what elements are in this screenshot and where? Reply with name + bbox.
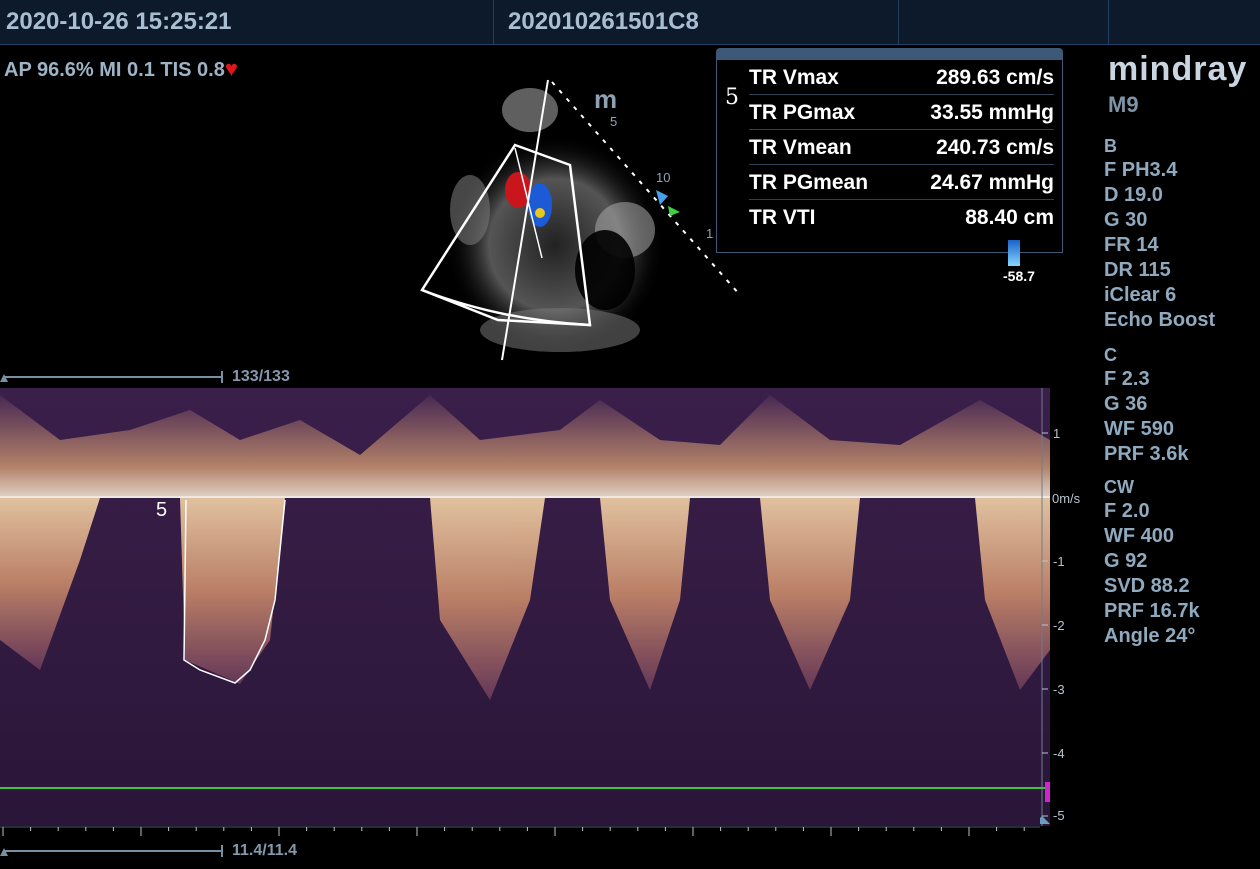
- measurement-row: TR Vmax 289.63 cm/s: [749, 60, 1054, 95]
- measurement-row: TR Vmean 240.73 cm/s: [749, 130, 1054, 165]
- measurement-row: TR PGmean 24.67 mmHg: [749, 165, 1054, 200]
- axis-tick-label: -1: [1053, 554, 1065, 569]
- velocity-axis: [1040, 388, 1050, 826]
- param-section-title: C: [1104, 345, 1117, 365]
- echo-tissue: [450, 175, 490, 245]
- param-item: PRF 3.6k: [1104, 443, 1189, 465]
- scale-arrow-icon[interactable]: [1040, 816, 1050, 824]
- measurement-name: TR Vmean: [749, 136, 852, 159]
- param-section-title: B: [1104, 136, 1117, 156]
- param-item: G 92: [1104, 550, 1148, 572]
- device-model: M9: [1108, 92, 1139, 117]
- axis-tick-label: -2: [1053, 618, 1065, 633]
- measurement-index: 5: [725, 85, 739, 110]
- mi-value: MI 0.1: [99, 59, 155, 81]
- echo-image[interactable]: m 5 10 1: [400, 60, 760, 370]
- param-item: G 36: [1104, 393, 1148, 415]
- param-item: WF 590: [1104, 418, 1175, 440]
- color-scale-bar: [1008, 240, 1020, 266]
- param-section-title: CW: [1104, 477, 1134, 497]
- param-item: PRF 16.7k: [1104, 600, 1200, 622]
- patient-id: 202010261501C8: [508, 8, 699, 35]
- measurement-row: TR PGmax 33.55 mmHg: [749, 95, 1054, 130]
- param-item: F PH3.4: [1104, 159, 1178, 181]
- exam-datetime: 2020-10-26 15:25:21: [6, 8, 232, 35]
- param-item: FR 14: [1104, 234, 1159, 256]
- color-flow-blue: [528, 183, 552, 227]
- measurement-name: TR Vmax: [749, 66, 839, 89]
- measurement-name: TR PGmax: [749, 101, 856, 124]
- time-ruler: [0, 826, 1040, 836]
- measurement-row: TR VTI 88.40 cm: [749, 200, 1054, 234]
- param-item: Echo Boost: [1104, 309, 1216, 331]
- measurement-value: 33.55 mmHg: [930, 101, 1054, 124]
- velocity-unit-label: 0m/s: [1052, 491, 1081, 506]
- axis-tick-label: 1: [1053, 426, 1061, 441]
- cine-frame-counter: 133/133: [232, 368, 290, 385]
- heart-icon: ♥: [224, 56, 238, 81]
- measurement-value: 88.40 cm: [965, 206, 1054, 229]
- depth-mark-5: 5: [610, 114, 617, 129]
- focus-marker-green-icon[interactable]: [668, 206, 680, 216]
- param-item: G 30: [1104, 209, 1148, 231]
- param-item: F 2.0: [1104, 500, 1150, 522]
- echo-tissue: [502, 88, 558, 132]
- cine-scrollbar-top[interactable]: [0, 370, 230, 384]
- probe-m-logo: m: [594, 84, 617, 114]
- brand-logo: mindray: [1108, 50, 1248, 88]
- measurement-name: TR PGmean: [749, 171, 869, 194]
- axis-tick-label: -3: [1053, 682, 1065, 697]
- measurement-value: 289.63 cm/s: [936, 66, 1054, 89]
- measurement-value: 240.73 cm/s: [936, 136, 1054, 159]
- imaging-parameters-panel: B F PH3.4 D 19.0 G 30 FR 14 DR 115 iClea…: [1104, 130, 1254, 649]
- measurement-value: 24.67 mmHg: [930, 171, 1054, 194]
- depth-mark-10: 10: [656, 170, 670, 185]
- top-bar-cell: [898, 0, 1109, 44]
- param-item: iClear 6: [1104, 284, 1177, 306]
- depth-mark-1: 1: [706, 226, 713, 241]
- param-item: SVD 88.2: [1104, 575, 1190, 597]
- param-item: F 2.3: [1104, 368, 1150, 390]
- param-item: WF 400: [1104, 525, 1175, 547]
- focus-marker-icon[interactable]: [656, 190, 668, 205]
- top-status-bar: 2020-10-26 15:25:21 202010261501C8: [0, 0, 1260, 45]
- param-item: D 19.0: [1104, 184, 1163, 206]
- color-flow-yellow: [535, 208, 545, 218]
- measurement-name: TR VTI: [749, 206, 816, 229]
- acoustic-safety-indices: AP 96.6% MI 0.1 TIS 0.8♥: [4, 56, 238, 82]
- axis-tick-label: -4: [1053, 746, 1065, 761]
- color-scale-value: -58.7: [1003, 268, 1035, 284]
- cine-scrollbar-bottom[interactable]: [0, 844, 230, 858]
- cw-doppler-spectrum[interactable]: 5: [0, 388, 1050, 826]
- cine-time-counter: 11.4/11.4: [232, 842, 297, 859]
- measurement-marker-label: 5: [156, 499, 167, 521]
- param-item: DR 115: [1104, 259, 1171, 281]
- measurement-results-panel: 5 TR Vmax 289.63 cm/s TR PGmax 33.55 mmH…: [716, 48, 1063, 253]
- tis-value: TIS 0.8: [160, 59, 225, 81]
- param-item: Angle 24°: [1104, 625, 1196, 647]
- axis-tick-label: -5: [1053, 808, 1065, 823]
- ap-value: AP 96.6%: [4, 59, 94, 81]
